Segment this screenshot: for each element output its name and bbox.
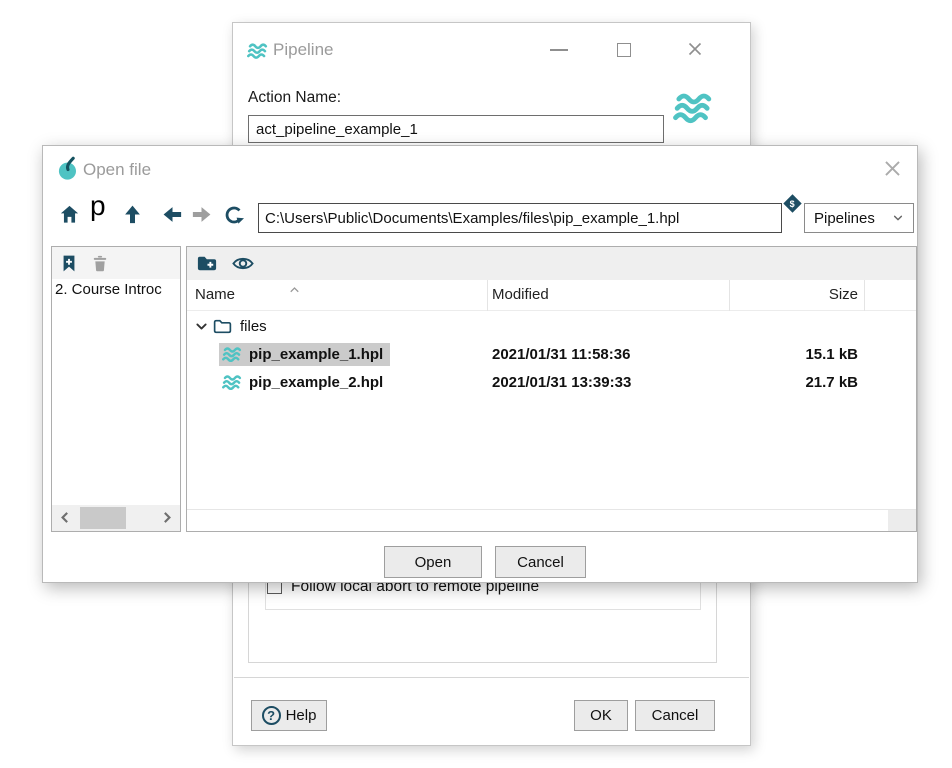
folder-icon: [212, 316, 233, 337]
file-row-selection[interactable]: pip_example_1.hpl: [219, 343, 390, 366]
column-divider: [487, 280, 488, 311]
scrollbar-corner: [888, 510, 916, 531]
open-file-dialog: Open file p $ Pipelines 2. Course Introc…: [42, 145, 918, 583]
delete-bookmark-icon[interactable]: [90, 253, 110, 274]
pipeline-window-title: Pipeline: [273, 40, 334, 60]
back-icon[interactable]: [161, 203, 184, 226]
open-button[interactable]: Open: [384, 546, 482, 578]
file-row[interactable]: pip_example_2.hpl 2021/01/31 13:39:33 21…: [187, 368, 916, 396]
close-icon[interactable]: [687, 41, 703, 57]
chevron-down-icon: [892, 212, 904, 224]
browser-hscrollbar[interactable]: [187, 509, 916, 531]
home-icon[interactable]: [58, 203, 81, 226]
variables-icon: $: [783, 194, 801, 212]
column-header-modified[interactable]: Modified: [492, 286, 549, 303]
help-button[interactable]: ? Help: [251, 700, 327, 731]
column-divider: [729, 280, 730, 311]
file-modified: 2021/01/31 13:39:33: [492, 374, 631, 391]
bookmarks-panel: 2. Course Introc: [51, 246, 181, 532]
bookmark-item[interactable]: 2. Course Introc: [52, 281, 180, 305]
column-header-size[interactable]: Size: [829, 286, 858, 303]
tree-expander-icon[interactable]: [194, 319, 209, 334]
file-row-selection[interactable]: pip_example_2.hpl: [219, 371, 390, 394]
folder-row[interactable]: files: [187, 312, 916, 340]
maximize-icon[interactable]: [617, 43, 631, 57]
bookmarks-toolbar: [52, 247, 180, 279]
column-divider: [864, 280, 865, 311]
pipeline-cancel-button[interactable]: Cancel: [635, 700, 715, 731]
sort-ascending-icon: [287, 283, 302, 298]
column-header-name[interactable]: Name: [195, 286, 235, 303]
file-browser-panel: Name Modified Size files pip_example_1.h…: [186, 246, 917, 532]
browser-header: Name Modified Size: [187, 280, 916, 311]
pipeline-cancel-label: Cancel: [652, 707, 699, 724]
file-name: pip_example_1.hpl: [249, 346, 383, 363]
pipeline-logo-icon: [673, 91, 713, 125]
refresh-icon[interactable]: [222, 203, 246, 227]
dialog-cancel-label: Cancel: [517, 554, 564, 571]
ok-button[interactable]: OK: [574, 700, 628, 731]
button-separator: [234, 677, 749, 678]
action-name-field[interactable]: [248, 115, 664, 143]
dialog-close-icon[interactable]: [883, 159, 902, 178]
file-row[interactable]: pip_example_1.hpl 2021/01/31 11:58:36 15…: [187, 340, 916, 368]
file-size: 21.7 kB: [805, 374, 858, 391]
forward-icon[interactable]: [190, 203, 213, 226]
pipeline-wave-icon: [247, 42, 268, 60]
open-button-label: Open: [415, 554, 452, 571]
minimize-icon[interactable]: [550, 49, 568, 51]
ok-button-label: OK: [590, 707, 612, 724]
pipeline-file-icon: [222, 374, 242, 391]
project-home-icon[interactable]: p: [90, 192, 106, 220]
action-name-label: Action Name:: [248, 89, 341, 107]
scroll-left-icon[interactable]: [58, 510, 73, 525]
file-modified: 2021/01/31 11:58:36: [492, 346, 630, 363]
add-bookmark-icon[interactable]: [59, 253, 79, 274]
file-type-dropdown[interactable]: Pipelines: [804, 203, 914, 233]
bookmarks-hscrollbar[interactable]: [52, 505, 180, 531]
dialog-cancel-button[interactable]: Cancel: [495, 546, 586, 578]
help-icon: ?: [262, 706, 281, 725]
scroll-right-icon[interactable]: [159, 510, 174, 525]
file-size: 15.1 kB: [805, 346, 858, 363]
new-folder-icon[interactable]: [195, 252, 219, 275]
help-button-label: Help: [286, 707, 317, 724]
scrollbar-thumb[interactable]: [80, 507, 126, 529]
show-hidden-eye-icon[interactable]: [231, 252, 255, 275]
file-tree: files pip_example_1.hpl 2021/01/31 11:58…: [187, 312, 916, 396]
file-type-value: Pipelines: [814, 210, 875, 227]
up-level-icon[interactable]: [121, 203, 144, 226]
open-file-title: Open file: [83, 160, 151, 180]
folder-name: files: [240, 318, 267, 335]
hop-drop-icon: [56, 156, 81, 181]
pipeline-file-icon: [222, 346, 242, 363]
file-path-input[interactable]: [258, 203, 782, 233]
browser-toolbar: [187, 247, 916, 280]
file-name: pip_example_2.hpl: [249, 374, 383, 391]
